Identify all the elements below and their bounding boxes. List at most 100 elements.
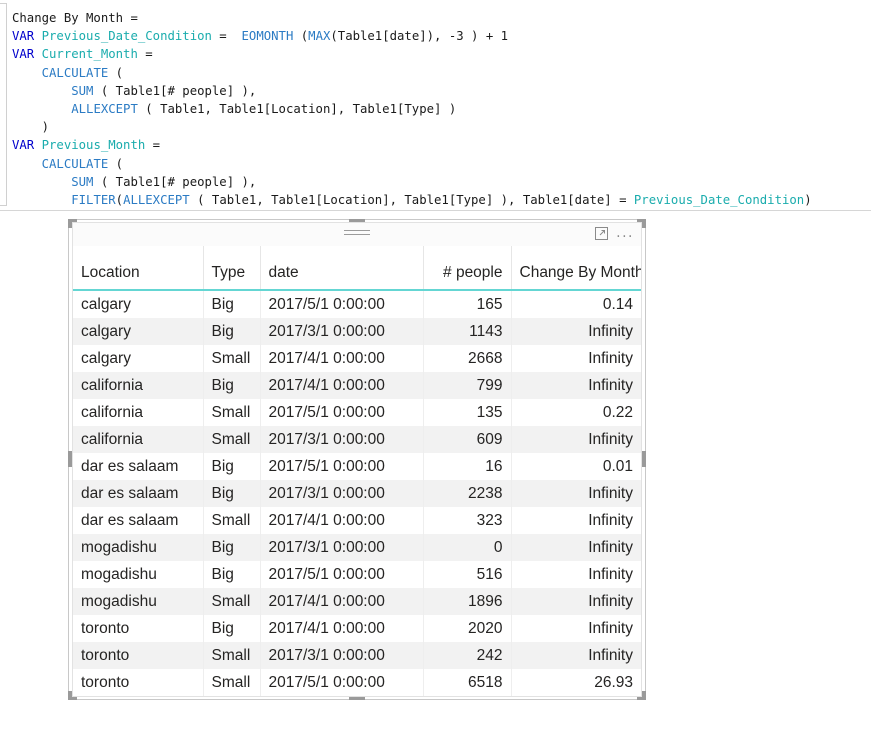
formula-token: (Table1[date]), -3 ) + 1 xyxy=(330,29,509,44)
formula-token: ) xyxy=(804,192,812,207)
cell-change: Infinity xyxy=(588,512,633,529)
formula-token: CALCULATE xyxy=(41,65,109,80)
formula-line-7: VAR Previous_Month = xyxy=(12,136,871,154)
formula-line-8: CALCULATE ( xyxy=(12,155,871,173)
column-header-people[interactable]: # people xyxy=(423,246,512,291)
formula-token: VAR xyxy=(12,138,42,153)
cell-location: mogadishu xyxy=(73,534,204,561)
column-header-change[interactable]: Change By Month xyxy=(511,246,641,291)
cell-location: mogadishu xyxy=(73,588,204,615)
formula-token: ( Table1[# people] ), xyxy=(93,83,257,98)
formula-token: ( xyxy=(293,29,309,44)
table-row[interactable]: toronto Small 2017/3/1 0:00:00 242 Infinity xyxy=(73,642,641,669)
cell-people: 323 xyxy=(423,507,512,534)
drag-bar-2 xyxy=(344,234,370,235)
table-header-row: Location Type date # people Change By Month xyxy=(73,246,641,291)
table-row[interactable]: california Small 2017/5/1 0:00:00 135 0.22 xyxy=(73,399,641,426)
formula-token: ( Table1, Table1[Location], Table1[Type]… xyxy=(189,192,634,207)
formula-token xyxy=(12,102,71,116)
table-row[interactable]: mogadishu Big 2017/5/1 0:00:00 516 Infinity xyxy=(73,561,641,588)
formula-token: = xyxy=(137,47,153,62)
formula-token: ALLEXCEPT xyxy=(71,101,138,116)
formula-token xyxy=(12,84,71,98)
formula-token: ( xyxy=(115,192,124,207)
cell-location: california xyxy=(73,399,204,426)
column-header-type[interactable]: Type xyxy=(203,246,261,291)
drag-bar-1 xyxy=(344,230,370,231)
cell-change: Infinity xyxy=(511,480,641,507)
cell-date: 2017/4/1 0:00:00 xyxy=(260,345,424,372)
table-row[interactable]: mogadishu Small 2017/4/1 0:00:00 1896 Infini… xyxy=(73,588,641,615)
formula-line-0: Change By Month = xyxy=(12,9,871,27)
cell-type: Big xyxy=(203,453,261,480)
cell-date: 2017/3/1 0:00:00 xyxy=(260,318,424,345)
cell-change: Infinity xyxy=(511,426,641,453)
cell-location: mogadishu xyxy=(73,561,204,588)
table-row[interactable]: calgary Big 2017/3/1 0:00:00 1143 Infinity xyxy=(73,318,641,345)
page-root: Change By Month = VAR Previous_Date_Condi… xyxy=(0,0,871,736)
cell-location: california xyxy=(73,372,204,399)
formula-token xyxy=(12,66,42,80)
formula-token: CALCULATE xyxy=(41,156,109,171)
formula-line-10: FILTER(ALLEXCEPT ( Table1, Table1[Locati… xyxy=(12,191,871,209)
visual-actions: ... xyxy=(595,226,634,240)
formula-token: ( Table1[# people] ), xyxy=(93,174,257,189)
formula-token: Current_Month xyxy=(41,47,138,62)
dax-formula-editor[interactable]: Change By Month = VAR Previous_Date_Condi… xyxy=(0,0,871,211)
more-options-icon[interactable]: ... xyxy=(616,226,634,240)
cell-date: 2017/3/1 0:00:00 xyxy=(260,642,424,669)
cell-people: 242 xyxy=(423,642,512,669)
cell-location: dar es salaam xyxy=(73,480,204,507)
formula-token: Change By Month = xyxy=(12,11,138,25)
cell-location: toronto xyxy=(73,615,204,642)
formula-code-text[interactable]: Change By Month = VAR Previous_Date_Condi… xyxy=(12,9,871,209)
table-row[interactable]: dar es salaam Big 2017/3/1 0:00:00 2238 Infi… xyxy=(73,480,641,507)
formula-line-1: VAR Previous_Date_Condition = EOMONTH (M… xyxy=(12,27,871,45)
table-row[interactable]: california Big 2017/4/1 0:00:00 799 Infinity xyxy=(73,372,641,399)
formula-token: ( Table1, Table1[Location], Table1[Type]… xyxy=(137,101,457,116)
table-row[interactable]: calgary Big 2017/5/1 0:00:00 165 0.14 xyxy=(73,290,641,318)
table-body: calgary Big 2017/5/1 0:00:00 165 0.14 calgary… xyxy=(73,290,641,696)
cell-people: 1143 xyxy=(423,318,512,345)
cell-change: Infinity xyxy=(511,642,641,669)
cell-type: Small xyxy=(203,345,261,372)
table-row[interactable]: dar es salaam Big 2017/5/1 0:00:00 16 0.01 xyxy=(73,453,641,480)
table-row[interactable]: toronto Big 2017/4/1 0:00:00 2020 Infinity xyxy=(73,615,641,642)
cell-type: Big xyxy=(203,290,261,318)
table-visual-container[interactable]: ... Location Type date # people Change By Mo… xyxy=(68,219,646,700)
formula-token: EOMONTH xyxy=(241,29,294,44)
formula-token: VAR xyxy=(12,29,42,44)
drag-handle-icon[interactable] xyxy=(344,230,370,238)
formula-token: MAX xyxy=(308,29,331,44)
cell-people: 609 xyxy=(423,426,512,453)
table-row[interactable]: calgary Small 2017/4/1 0:00:00 2668 Infinity xyxy=(73,345,641,372)
cell-type: Big xyxy=(203,318,261,345)
formula-token: = xyxy=(145,138,161,153)
column-header-location[interactable]: Location xyxy=(73,246,204,291)
cell-people: 135 xyxy=(423,399,512,426)
table-row[interactable]: mogadishu Big 2017/3/1 0:00:00 0 Infinity xyxy=(73,534,641,561)
cell-people: 165 xyxy=(423,290,512,318)
cell-people: 0 xyxy=(423,534,512,561)
table-row[interactable]: dar es salaam Small 2017/4/1 0:00:00 323 Inf… xyxy=(73,507,641,534)
cell-people: 1896 xyxy=(423,588,512,615)
formula-token: SUM xyxy=(71,174,94,189)
cell-people: 16 xyxy=(423,453,512,480)
focus-mode-icon[interactable] xyxy=(595,227,609,240)
table-row[interactable]: california Small 2017/3/1 0:00:00 609 Infini… xyxy=(73,426,641,453)
cell-type: Big xyxy=(203,561,261,588)
cell-people: 2020 xyxy=(423,615,512,642)
cell-type: Small xyxy=(203,642,261,669)
formula-token: Previous_Date_Condition xyxy=(41,29,212,44)
cell-location: toronto xyxy=(73,642,204,669)
table-row[interactable]: toronto Small 2017/5/1 0:00:00 6518 26.93 xyxy=(73,669,641,696)
column-header-date[interactable]: date xyxy=(260,246,424,291)
cell-type: Big xyxy=(203,372,261,399)
cell-location: california xyxy=(73,426,204,453)
data-table: Location Type date # people Change By Month … xyxy=(73,246,641,696)
cell-location: calgary xyxy=(73,290,204,318)
formula-token: Previous_Date_Condition xyxy=(633,192,805,207)
cell-date: 2017/3/1 0:00:00 xyxy=(260,426,424,453)
cell-change: Infinity xyxy=(511,588,641,615)
cell-type: Small xyxy=(203,507,261,534)
